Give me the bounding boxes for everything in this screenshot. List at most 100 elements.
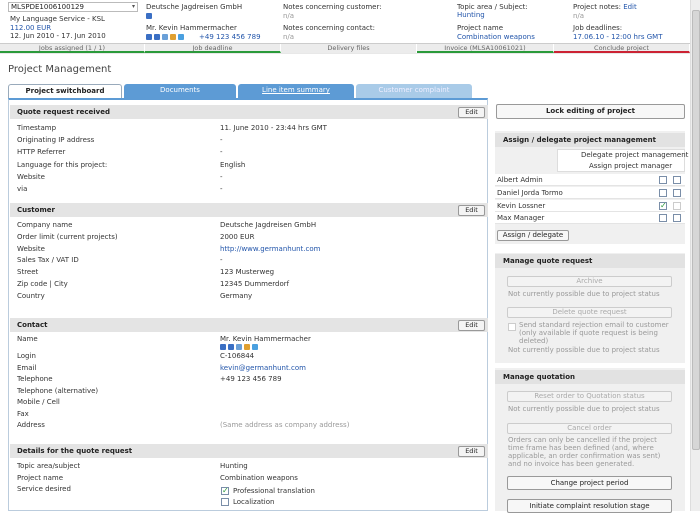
project-name-value[interactable]: Combination weapons	[457, 33, 535, 42]
notes-contact-label: Notes concerning contact:	[283, 24, 375, 32]
progress-jobs-assigned[interactable]: Jobs assigned (1 / 1)	[0, 44, 145, 53]
contact-row-value[interactable]: kevin@germanhunt.com	[220, 364, 306, 373]
quote_request-row-label: Website	[17, 172, 45, 181]
edit-contact-button[interactable]: Edit	[458, 320, 485, 331]
tab-documents[interactable]: Documents	[124, 84, 236, 98]
details-row-value: Hunting	[220, 462, 248, 470]
delete-note: Not currently possible due to project st…	[508, 346, 660, 354]
company-name: Deutsche Jagdreisen GmbH	[146, 3, 243, 11]
customer-section-header: Customer	[10, 203, 488, 217]
project-notes-label: Project notes: Edit	[573, 3, 637, 11]
delegate-checkbox[interactable]	[659, 176, 667, 184]
page-scrollbar[interactable]	[690, 0, 700, 511]
assign-delegate-button[interactable]: Assign / delegate	[497, 230, 569, 241]
progress-job-deadline[interactable]: Job deadline	[145, 44, 281, 53]
manage-quotation-title: Manage quotation	[495, 370, 685, 384]
customer-row-value: 123 Musterweg	[220, 268, 275, 277]
cancel-order-button[interactable]: Cancel order	[507, 423, 672, 434]
professional-translation-checkbox[interactable]	[221, 486, 229, 495]
cancel-note: Orders can only be cancelled if the proj…	[508, 436, 661, 468]
phone-icon[interactable]	[170, 34, 176, 40]
edit-details-button[interactable]: Edit	[458, 446, 485, 457]
job-deadlines-label: Job deadlines:	[573, 24, 623, 32]
assign-checkbox[interactable]	[673, 214, 681, 223]
customer-row-label: Website	[17, 244, 45, 253]
info-icon[interactable]	[146, 34, 152, 40]
tab-line-item-summary[interactable]: Line item summary	[238, 84, 354, 98]
mail-icon[interactable]	[162, 34, 168, 40]
delegate-checkbox[interactable]	[659, 214, 667, 223]
contact-row-label: Mobile / Cell	[17, 398, 60, 406]
contact-row-label: Address	[17, 421, 45, 429]
reset-order-button[interactable]: Reset order to Quotation status	[507, 391, 672, 402]
customer-row-value: Deutsche Jagdreisen GmbH	[220, 221, 317, 229]
customer-row-value: -	[220, 256, 223, 265]
contact-name: Mr. Kevin Hammermacher	[146, 24, 237, 32]
contact-row-label: Email	[17, 363, 37, 372]
details-row-value: Combination weapons	[220, 473, 298, 482]
notes-customer-value: n/a	[283, 12, 295, 20]
person-name: Max Manager	[497, 214, 545, 223]
contact-row-label: Login	[17, 352, 36, 360]
manage-quote-request-title: Manage quote request	[495, 254, 685, 268]
rejection-email-label: Send standard rejection email to custome…	[519, 321, 669, 345]
notes-contact-value: n/a	[283, 33, 295, 41]
contact-section-header: Contact	[10, 318, 488, 332]
rejection-email-checkbox[interactable]	[508, 323, 516, 331]
col-assign-header: Assign project manager	[589, 162, 673, 170]
skype-icon[interactable]	[178, 34, 184, 40]
contact-phone[interactable]: +49 123 456 789	[199, 33, 261, 42]
delete-quote-request-button[interactable]: Delete quote request	[507, 307, 672, 318]
assign-checkbox[interactable]	[673, 201, 681, 210]
quote_request-row-value: English	[220, 160, 246, 169]
progress-conclude-project[interactable]: Conclude project	[554, 44, 690, 53]
delegate-checkbox[interactable]	[659, 188, 667, 197]
edit-quote-request-button[interactable]: Edit	[458, 107, 485, 118]
chevron-down-icon: ▾	[131, 3, 135, 10]
customer-row-label: Country	[17, 291, 45, 300]
job-select[interactable]: MLSPDE1006100129 ▾	[8, 2, 138, 12]
details-section-header: Details for the quote request	[10, 444, 488, 458]
progress-delivery-files[interactable]: Delivery files	[281, 44, 417, 53]
mail-icon[interactable]	[236, 344, 242, 350]
delegate-checkbox[interactable]	[659, 201, 667, 210]
archive-note: Not currently possible due to project st…	[508, 290, 660, 298]
details-row-label: Service desired	[17, 485, 71, 493]
contact-icons	[146, 33, 186, 41]
topic-value[interactable]: Hunting	[457, 11, 485, 20]
assign-checkbox[interactable]	[673, 188, 681, 197]
col-delegate-header: Delegate project management	[581, 151, 689, 159]
change-project-period-button[interactable]: Change project period	[507, 476, 672, 490]
house-icon[interactable]	[228, 344, 234, 350]
job-dates: 12. Jun 2010 - 17. Jun 2010	[10, 32, 106, 40]
contact-row-label: Telephone (alternative)	[17, 386, 99, 395]
skype-icon[interactable]	[252, 344, 258, 350]
customer-row-value[interactable]: http://www.germanhunt.com	[220, 245, 320, 254]
archive-button[interactable]: Archive	[507, 276, 672, 287]
assign-panel-title: Assign / delegate project management	[495, 133, 685, 147]
house-icon[interactable]	[154, 34, 160, 40]
house-icon[interactable]	[146, 13, 152, 19]
quote_request-row-value: -	[220, 148, 223, 157]
tab-customer-complaint[interactable]: Customer complaint	[356, 84, 472, 98]
project-notes-edit-link[interactable]: Edit	[623, 3, 637, 11]
edit-customer-button[interactable]: Edit	[458, 205, 485, 216]
assign-checkbox[interactable]	[673, 176, 681, 184]
contact-row-label: Fax	[17, 409, 29, 418]
page-title: Project Management	[8, 64, 112, 75]
lock-editing-button[interactable]: Lock editing of project	[496, 104, 685, 119]
tab-project-switchboard[interactable]: Project switchboard	[8, 84, 122, 99]
customer-row-label: Zip code | City	[17, 280, 68, 288]
localization-checkbox[interactable]	[221, 498, 229, 506]
quote_request-row-label: Language for this project:	[17, 160, 108, 169]
person-name: Albert Admin	[497, 176, 543, 184]
phone-icon[interactable]	[244, 344, 250, 350]
customer-row-label: Street	[17, 268, 39, 277]
contact-action-icons	[220, 343, 260, 351]
contact-row-value: (Same address as company address)	[220, 421, 350, 429]
contact-name-label: Name	[17, 335, 38, 343]
progress-invoice[interactable]: Invoice (MLSA10061021)	[417, 44, 554, 53]
scrollbar-thumb[interactable]	[692, 10, 700, 450]
reset-note: Not currently possible due to project st…	[508, 405, 660, 413]
info-icon[interactable]	[220, 344, 226, 350]
